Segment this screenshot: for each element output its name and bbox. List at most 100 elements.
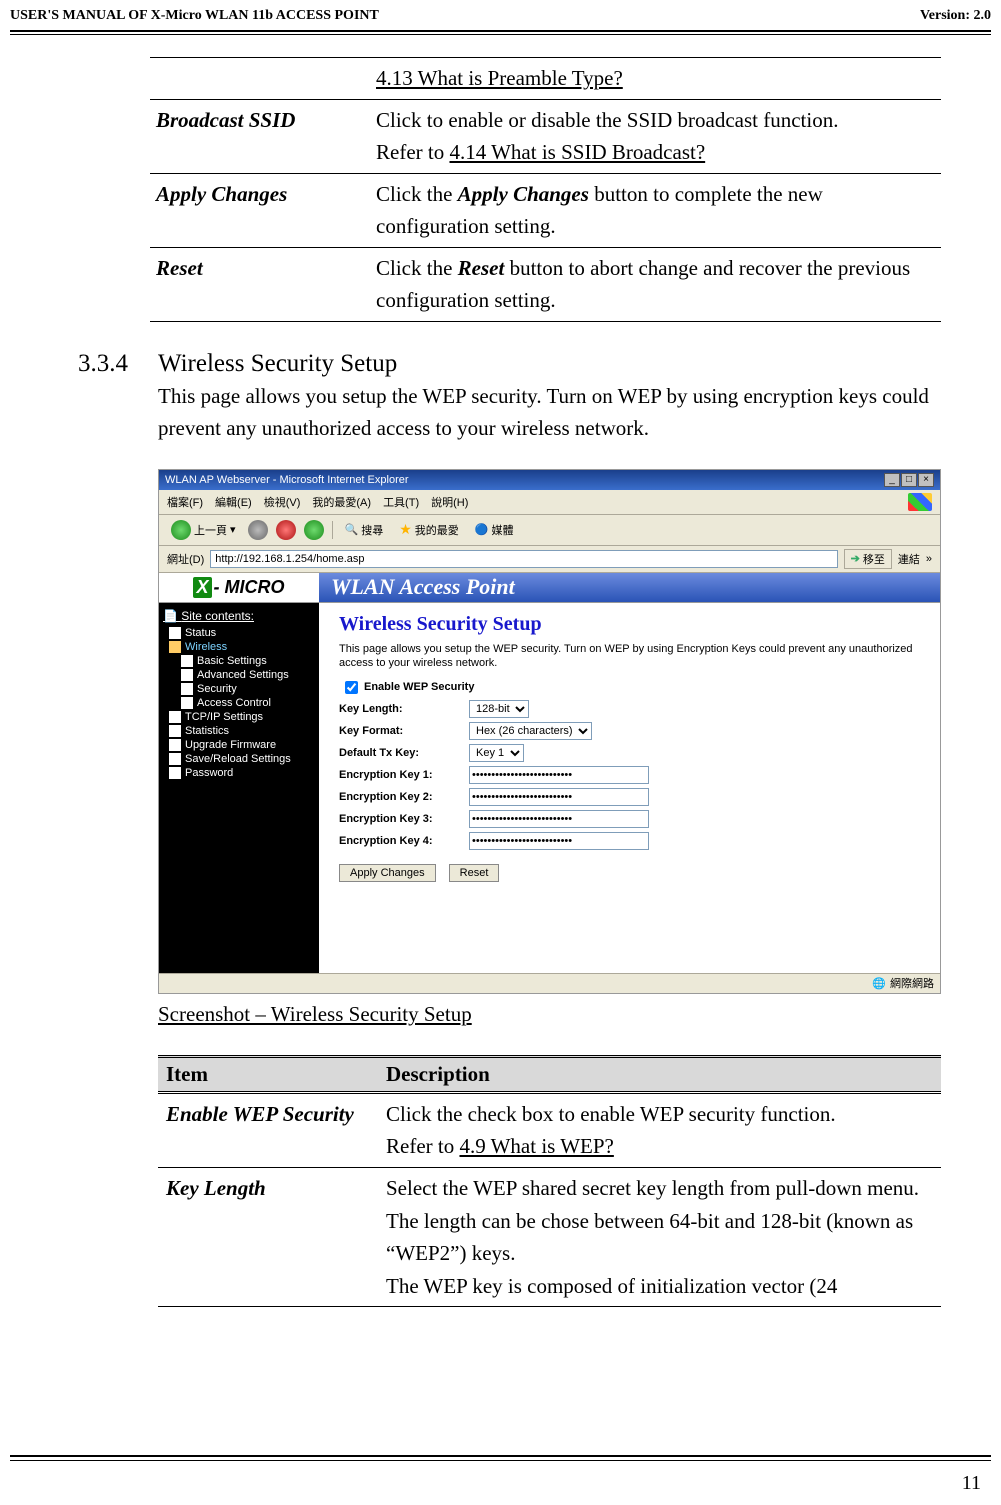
ssid-broadcast-link[interactable]: 4.14 What is SSID Broadcast? [449, 140, 705, 164]
sidebar-item[interactable]: Save/Reload Settings [163, 752, 315, 766]
chevron-right-icon[interactable]: » [926, 553, 932, 565]
sidebar: 📄 Site contents: Status Wireless Basic Set… [159, 603, 319, 994]
address-label: 網址(D) [167, 551, 204, 567]
sidebar-item[interactable]: Wireless [163, 640, 315, 654]
favorites-button[interactable]: ★我的最愛 [395, 520, 463, 539]
links-label[interactable]: 連結 [898, 551, 920, 567]
form-select[interactable]: Key 1 [469, 744, 524, 762]
sidebar-item-label: Save/Reload Settings [185, 753, 291, 765]
doc-title: USER'S MANUAL OF X-Micro WLAN 11b ACCESS… [10, 8, 379, 24]
stop-icon[interactable] [276, 520, 296, 540]
go-button[interactable]: ➔移至 [844, 549, 892, 569]
page-icon [181, 669, 193, 681]
apply-changes-label: Apply Changes [150, 173, 370, 247]
go-icon: ➔ [851, 552, 860, 565]
enable-wep-security-label: Enable WEP Security [158, 1092, 378, 1167]
page-icon [169, 739, 181, 751]
maximize-icon[interactable]: □ [901, 473, 917, 487]
ap-banner: WLAN Access Point [319, 573, 940, 602]
embedded-screenshot: WLAN AP Webserver - Microsoft Internet E… [158, 469, 941, 994]
sidebar-item[interactable]: TCP/IP Settings [163, 710, 315, 724]
form-label: Key Format: [339, 725, 469, 737]
key-length-label: Key Length [158, 1168, 378, 1307]
form-label: Encryption Key 1: [339, 769, 469, 781]
page-icon [181, 697, 193, 709]
search-button[interactable]: 🔍 搜尋 [341, 521, 388, 539]
sidebar-item[interactable]: Security [163, 682, 315, 696]
sidebar-item[interactable]: Advanced Settings [163, 668, 315, 682]
sidebar-item-label: Wireless [185, 641, 227, 653]
close-icon[interactable]: × [918, 473, 934, 487]
col-item: Item [158, 1056, 378, 1092]
address-input[interactable] [210, 550, 837, 568]
enable-wep-checkbox[interactable] [345, 681, 358, 694]
description-table: Item Description Enable WEP Security Cli… [158, 1055, 941, 1307]
forward-icon[interactable] [248, 520, 268, 540]
toolbar: 上一頁 ▾ 🔍 搜尋 ★我的最愛 🔵 媒體 [159, 515, 940, 546]
page-icon [181, 683, 193, 695]
preamble-link[interactable]: 4.13 What is Preamble Type? [376, 66, 623, 90]
refresh-icon[interactable] [304, 520, 324, 540]
sidebar-item[interactable]: Basic Settings [163, 654, 315, 668]
sidebar-header: 📄 Site contents: [163, 609, 315, 623]
form-label: Encryption Key 2: [339, 791, 469, 803]
sidebar-item[interactable]: Statistics [163, 724, 315, 738]
key-length-desc: Select the WEP shared secret key length … [378, 1168, 941, 1307]
sidebar-item-label: TCP/IP Settings [185, 711, 263, 723]
page-heading: Wireless Security Setup [339, 613, 920, 636]
page-icon [181, 655, 193, 667]
sidebar-item[interactable]: Password [163, 766, 315, 780]
media-button[interactable]: 🔵 媒體 [471, 521, 518, 539]
sidebar-item-label: Advanced Settings [197, 669, 289, 681]
xmicro-logo: X- MICRO [159, 573, 319, 602]
page-number: 11 [962, 1472, 981, 1495]
sidebar-item-label: Security [197, 683, 237, 695]
encryption-key-input[interactable] [469, 766, 649, 784]
status-zone: 🌐 網際網路 [872, 975, 934, 991]
sidebar-item[interactable]: Access Control [163, 696, 315, 710]
back-icon [171, 520, 191, 540]
page-intro: This page allows you setup the WEP secur… [339, 642, 920, 671]
sidebar-item-label: Basic Settings [197, 655, 267, 667]
star-icon: ★ [399, 521, 412, 538]
broadcast-ssid-label: Broadcast SSID [150, 99, 370, 173]
page-icon [169, 711, 181, 723]
col-description: Description [378, 1056, 941, 1092]
reset-label: Reset [150, 247, 370, 321]
section-body: This page allows you setup the WEP secur… [158, 380, 941, 445]
page-icon [169, 725, 181, 737]
sidebar-item[interactable]: Status [163, 626, 315, 640]
window-title: WLAN AP Webserver - Microsoft Internet E… [165, 474, 409, 486]
what-is-wep-link[interactable]: 4.9 What is WEP? [459, 1134, 613, 1158]
form-label: Encryption Key 3: [339, 813, 469, 825]
form-select[interactable]: 128-bit [469, 700, 529, 718]
page-icon [169, 627, 181, 639]
sidebar-item-label: Upgrade Firmware [185, 739, 276, 751]
windows-flag-icon [908, 493, 932, 511]
encryption-key-input[interactable] [469, 832, 649, 850]
page-icon [169, 753, 181, 765]
sidebar-item[interactable]: Upgrade Firmware [163, 738, 315, 752]
encryption-key-input[interactable] [469, 810, 649, 828]
sidebar-item-label: Statistics [185, 725, 229, 737]
param-table-top: 4.13 What is Preamble Type? Broadcast SS… [150, 57, 941, 322]
form-select[interactable]: Hex (26 characters) [469, 722, 592, 740]
apply-changes-button[interactable]: Apply Changes [339, 864, 436, 882]
enable-wep-label: Enable WEP Security [364, 681, 474, 693]
page-icon [169, 767, 181, 779]
back-button[interactable]: 上一頁 ▾ [167, 519, 240, 541]
menubar[interactable]: 檔案(F)編輯(E)檢視(V)我的最愛(A)工具(T)說明(H) [167, 494, 480, 510]
screenshot-caption: Screenshot – Wireless Security Setup [158, 1002, 941, 1027]
encryption-key-input[interactable] [469, 788, 649, 806]
reset-button[interactable]: Reset [449, 864, 500, 882]
section-title: Wireless Security Setup [158, 350, 397, 378]
sidebar-item-label: Status [185, 627, 216, 639]
folder-icon [169, 641, 181, 653]
sidebar-item-label: Access Control [197, 697, 271, 709]
doc-version: Version: 2.0 [920, 8, 991, 24]
window-controls[interactable]: _□× [883, 473, 934, 487]
minimize-icon[interactable]: _ [884, 473, 900, 487]
sidebar-item-label: Password [185, 767, 233, 779]
form-label: Default Tx Key: [339, 747, 469, 759]
form-label: Encryption Key 4: [339, 835, 469, 847]
